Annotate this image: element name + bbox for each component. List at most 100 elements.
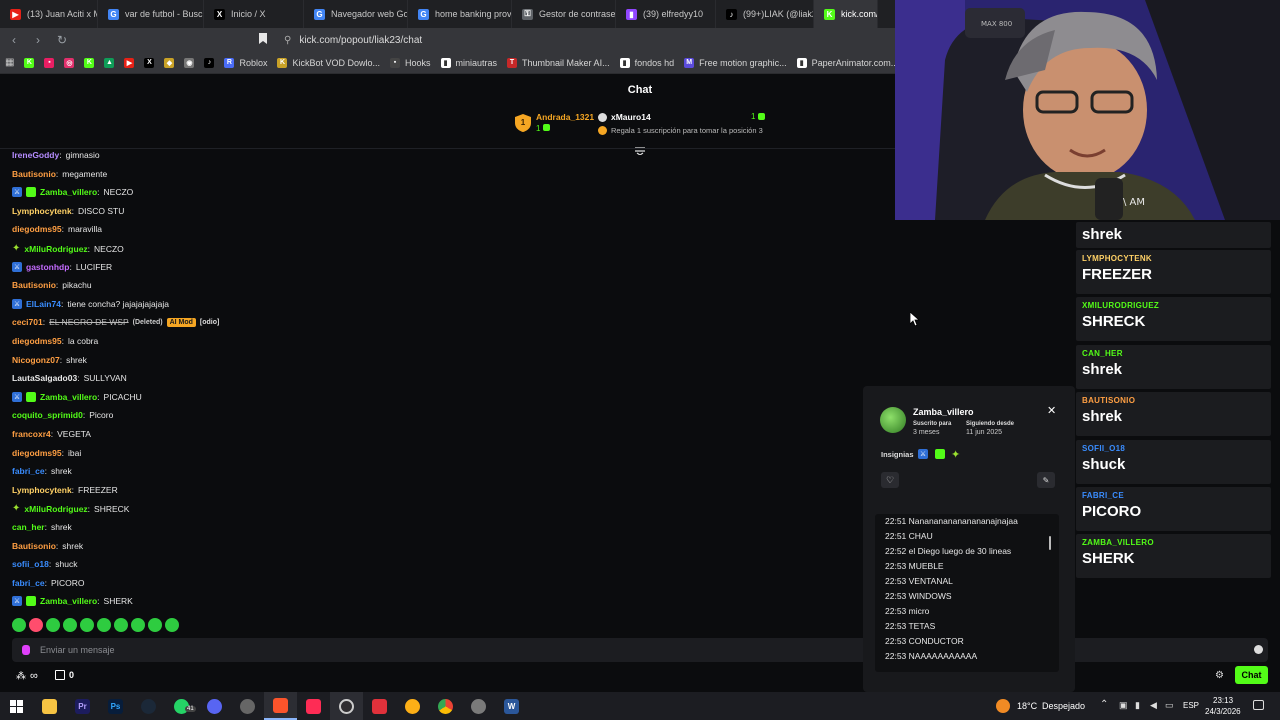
chat-message[interactable]: Bautisonio: megamente [12, 169, 107, 179]
chat-message[interactable]: LautaSalgado03: SULLYVAN [12, 373, 127, 383]
bookmark-item[interactable]: ♪ [199, 57, 219, 68]
bookmark-item[interactable]: M Free motion graphic... [679, 57, 792, 68]
history-scrollbar[interactable] [1049, 536, 1051, 550]
bookmark-item[interactable]: ▮ PaperAnimator.com... [792, 57, 904, 68]
leader-first-name[interactable]: Andrada_1321 [536, 112, 594, 122]
mic-icon[interactable] [22, 645, 30, 655]
reload-icon[interactable]: ↻ [52, 30, 72, 50]
chat-username[interactable]: xMiluRodriguez [24, 244, 87, 254]
chat-username[interactable]: ElLain74 [26, 299, 61, 309]
tray-chevron-icon[interactable]: ⌃ [1100, 699, 1108, 710]
file-explorer-icon[interactable] [33, 692, 66, 720]
chat-message[interactable]: ⚔ Zamba_villero: SHERK [12, 596, 133, 607]
browser-tab[interactable]: ⚿ Gestor de contrasei [512, 0, 616, 28]
bookmark-item[interactable]: ▮ fondos hd [615, 57, 680, 68]
bookmark-item[interactable]: T Thumbnail Maker AI... [502, 57, 615, 68]
chat-message[interactable]: ⚔ gastonhdp: LUCIFER [12, 261, 112, 272]
chat-username[interactable]: xMiluRodriguez [24, 504, 87, 514]
browser-tab[interactable]: Gvar de futbol - Busc [98, 0, 204, 28]
browser-tab[interactable]: Ghome banking prov [408, 0, 512, 28]
browser-tab[interactable]: ♪ (99+)LIAK (@liak23 [716, 0, 814, 28]
chat-username[interactable]: Bautisonio [12, 541, 56, 551]
site-info-icon[interactable]: ⚲ [284, 35, 291, 46]
bookmark-item[interactable]: ▪ Hooks [385, 57, 436, 68]
chat-username[interactable]: diegodms95 [12, 448, 62, 458]
bookmark-item[interactable]: ▶ [119, 57, 139, 68]
apps-grid-icon[interactable]: ▦ [0, 57, 19, 68]
bookmark-item[interactable]: ◆ [159, 57, 179, 68]
bookmark-item[interactable]: K [79, 57, 99, 68]
chat-message[interactable]: Bautisonio: pikachu [12, 280, 92, 290]
start-windows-icon[interactable] [0, 692, 33, 720]
bookmark-item[interactable]: K [19, 57, 39, 68]
browser-tab[interactable]: ▶ (13) Juan Aciti x Ma [0, 0, 98, 28]
weather-text[interactable]: Despejado [1042, 701, 1085, 711]
chat-message[interactable]: Lymphocytenk: FREEZER [12, 485, 118, 495]
chat-message[interactable]: ⚔ Zamba_villero: NECZO [12, 187, 133, 198]
clock-date[interactable]: 24/3/2026 [1205, 707, 1241, 716]
chat-message[interactable]: ceci701: EL NEGRO DE WSP (Deleted) AI Mod [o… [12, 317, 219, 327]
emote-icon[interactable] [12, 618, 26, 632]
tiktok-icon[interactable] [297, 692, 330, 720]
chat-username[interactable]: LautaSalgado03 [12, 373, 77, 383]
chat-message[interactable]: diegodms95: la cobra [12, 336, 98, 346]
chat-username[interactable]: Bautisonio [12, 169, 56, 179]
close-icon[interactable]: ✕ [1047, 404, 1056, 417]
photoshop-icon[interactable]: Ps [99, 692, 132, 720]
settings-gear-icon[interactable]: ⚙ [1215, 670, 1224, 681]
bookmark-item[interactable]: ▪ [39, 57, 59, 68]
chat-message[interactable]: fabri_ce: PICORO [12, 578, 85, 588]
chat-message[interactable]: ⚔ ElLain74: tiene concha? jajajajajajaja [12, 298, 169, 309]
chat-message[interactable]: Lymphocytenk: DISCO STU [12, 206, 124, 216]
steam-icon[interactable] [132, 692, 165, 720]
chat-username[interactable]: Nicogonz07 [12, 355, 60, 365]
chat-username[interactable]: sofii_o18 [12, 559, 49, 569]
emoji-picker-icon[interactable] [1254, 645, 1263, 654]
emote-icon[interactable] [97, 618, 111, 632]
browser-tab[interactable]: Kkick.com/po [814, 0, 878, 28]
chat-username[interactable]: ceci701 [12, 317, 43, 327]
capcut-icon[interactable] [363, 692, 396, 720]
weather-temp[interactable]: 18°C [1017, 701, 1037, 711]
chat-username[interactable]: Zamba_villero [40, 596, 97, 606]
chat-username[interactable]: Bautisonio [12, 280, 56, 290]
emote-icon[interactable] [114, 618, 128, 632]
bookmark-item[interactable]: X [139, 57, 159, 68]
chat-username[interactable]: fabri_ce [12, 466, 45, 476]
word-icon[interactable]: W [495, 692, 528, 720]
browser-tab[interactable]: X Inicio / X [204, 0, 304, 28]
chat-username[interactable]: francoxr4 [12, 429, 51, 439]
chat-message[interactable]: can_her: shrek [12, 522, 72, 532]
leader-second-name[interactable]: xMauro14 [611, 112, 651, 122]
bookmark-item[interactable]: K KickBot VOD Dowlo... [272, 57, 385, 68]
chat-message[interactable]: IreneGoddy: gimnasio [12, 150, 100, 160]
brave-browser-icon[interactable] [264, 692, 297, 720]
chat-message[interactable]: coquito_sprimid0: Picoro [12, 410, 113, 420]
chat-username[interactable]: fabri_ce [12, 578, 45, 588]
emote-icon[interactable] [80, 618, 94, 632]
back-icon[interactable]: ‹ [4, 30, 24, 50]
browser-tab[interactable]: G Navegador web Go [304, 0, 408, 28]
bookmark-item[interactable]: ◎ [59, 57, 79, 68]
chrome-icon[interactable] [429, 692, 462, 720]
emote-icon[interactable] [63, 618, 77, 632]
chat-username[interactable]: Lymphocytenk [12, 485, 72, 495]
emote-icon[interactable] [131, 618, 145, 632]
chat-message[interactable]: sofii_o18: shuck [12, 559, 77, 569]
language-indicator[interactable]: ESP [1183, 701, 1199, 710]
bookmark-item[interactable]: ◉ [179, 57, 199, 68]
volume-icon[interactable]: ◀ [1150, 700, 1157, 711]
emote-icon[interactable] [29, 618, 43, 632]
bookmark-star-icon[interactable] [258, 32, 270, 48]
bookmark-item[interactable]: ▮ miniautras [436, 57, 503, 68]
message-input[interactable]: Enviar un mensaje [12, 638, 1268, 662]
chat-username[interactable]: IreneGoddy [12, 150, 59, 160]
tray-app-icon[interactable]: ▣ [1119, 700, 1128, 711]
chat-send-button[interactable]: Chat [1235, 666, 1268, 684]
discord-icon[interactable] [198, 692, 231, 720]
chat-message[interactable]: fabri_ce: shrek [12, 466, 72, 476]
bookmark-item[interactable]: ▲ [99, 57, 119, 68]
emote-icon[interactable] [165, 618, 179, 632]
chat-username[interactable]: Zamba_villero [40, 392, 97, 402]
chat-username[interactable]: gastonhdp [26, 262, 69, 272]
